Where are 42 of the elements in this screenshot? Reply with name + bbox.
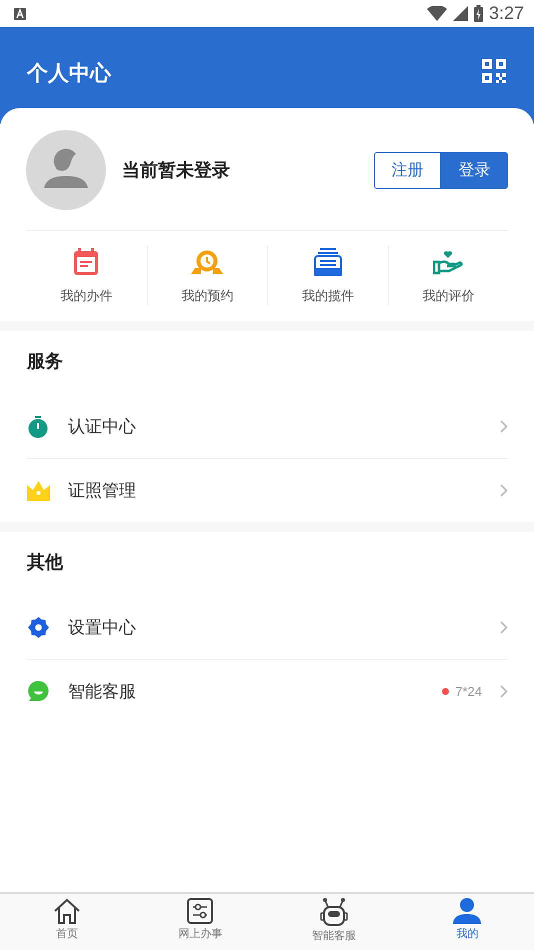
hand-heart-icon	[433, 249, 464, 275]
shortcut-label[interactable]: 我的预约	[181, 287, 234, 305]
section-title: 服务	[26, 350, 64, 374]
menu-item-label[interactable]: 设置中心	[68, 616, 482, 639]
page-title: 个人中心	[27, 60, 111, 87]
tab[interactable]: 网上办事	[134, 894, 267, 950]
login-status-text: 当前暂未登录	[122, 159, 231, 182]
avatar-icon	[26, 130, 106, 210]
chat-bubble-icon	[28, 681, 48, 702]
wifi-icon	[426, 6, 447, 21]
menu-item-label[interactable]: 认证中心	[68, 415, 482, 438]
chevron-icon	[500, 621, 508, 634]
shortcut-label[interactable]: 我的办件	[60, 287, 112, 305]
crown-icon	[26, 480, 50, 500]
calendar-icon	[73, 248, 100, 276]
service-hours-text: 7*24	[455, 684, 482, 699]
notification-icon	[14, 8, 26, 20]
gear-icon	[28, 617, 48, 638]
register-button[interactable]: 注册	[374, 152, 441, 188]
chevron-icon	[500, 685, 508, 698]
section-title: 其他	[26, 551, 64, 575]
chevron-icon	[500, 484, 508, 497]
tab[interactable]: 首页	[0, 894, 134, 950]
signal-icon	[452, 6, 468, 21]
menu-item-label[interactable]: 智能客服	[68, 680, 424, 703]
robot-icon	[320, 898, 348, 926]
home-icon	[52, 898, 81, 924]
login-button[interactable]: 登录	[441, 152, 508, 188]
sliders-icon	[187, 898, 214, 924]
battery-icon	[474, 5, 483, 22]
drawer-icon	[314, 248, 342, 276]
person-icon	[453, 898, 482, 924]
qr-code-icon[interactable]	[482, 59, 506, 83]
tab[interactable]: 智能客服	[267, 894, 400, 950]
clock-icon	[191, 250, 224, 274]
shortcut-label[interactable]: 我的评价	[422, 287, 474, 305]
menu-item-label[interactable]: 证照管理	[68, 479, 482, 502]
stopwatch-icon	[28, 416, 48, 438]
chevron-icon	[500, 420, 508, 433]
shortcut-label[interactable]: 我的揽件	[302, 287, 354, 305]
tab[interactable]: 我的	[400, 894, 534, 950]
clock-time: 3:27	[488, 3, 524, 24]
